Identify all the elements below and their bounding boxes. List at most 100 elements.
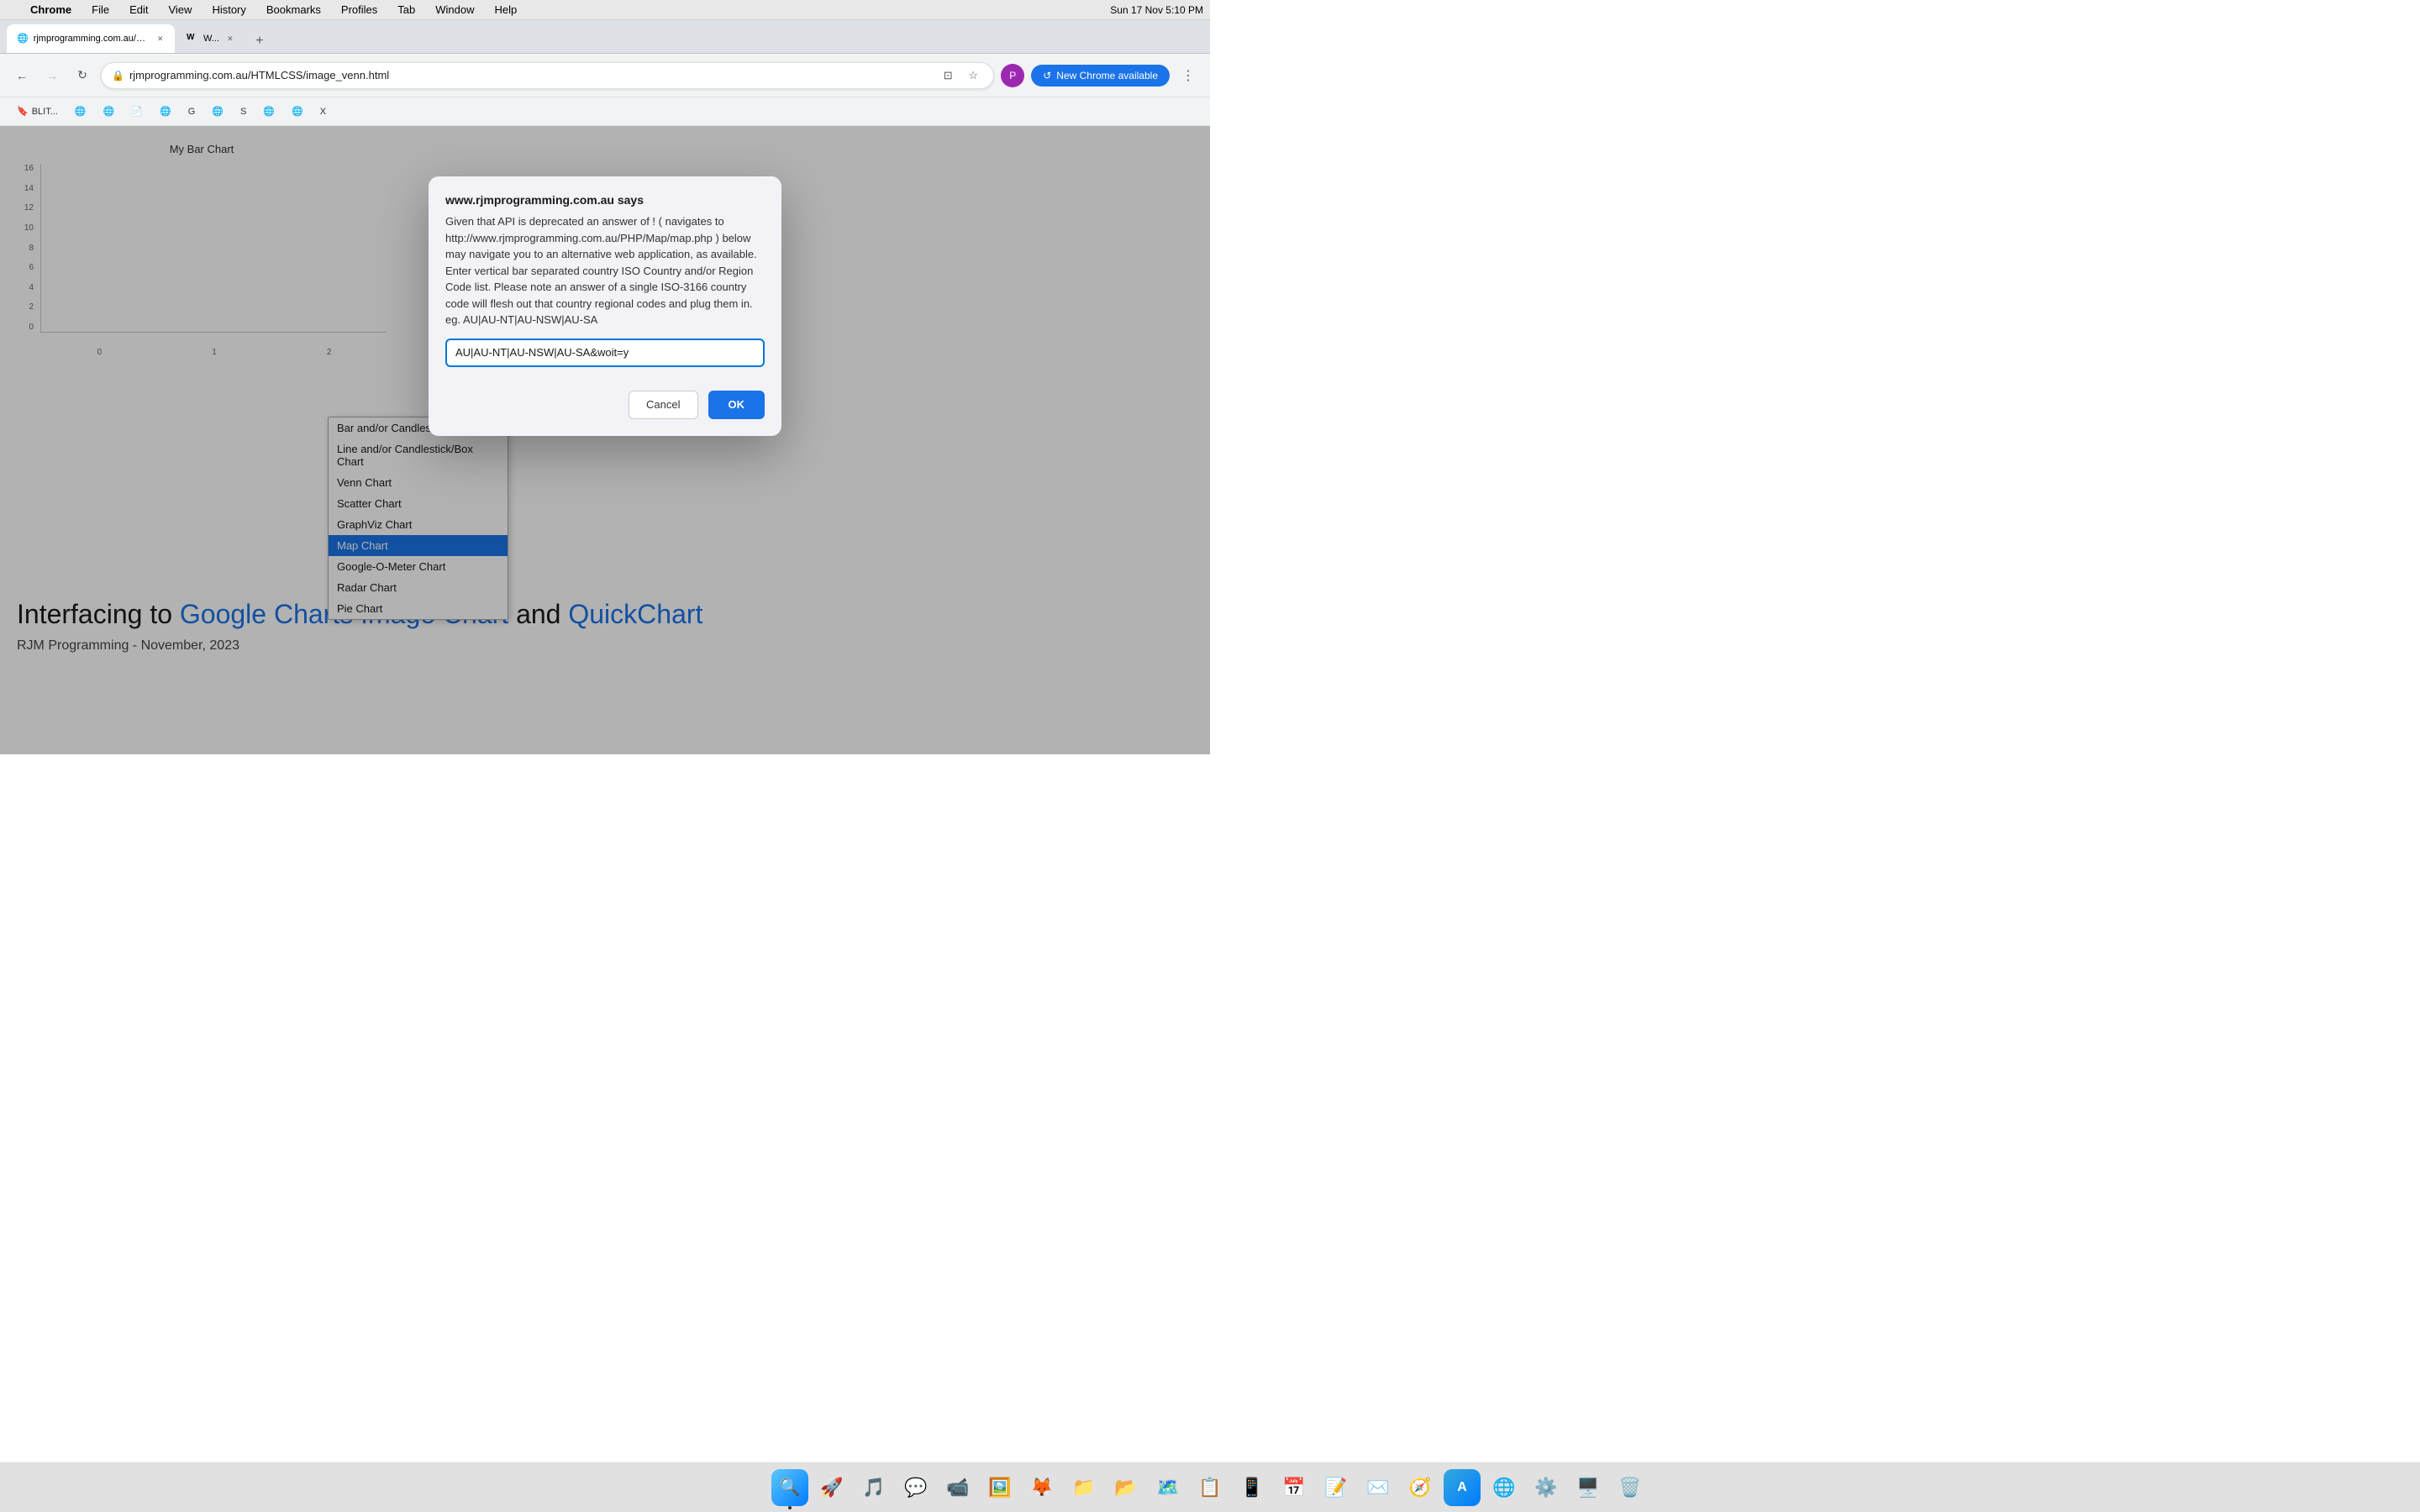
bookmark-6[interactable]: G: [182, 103, 203, 120]
url-icons: ⊡ ☆: [938, 66, 983, 86]
dock-chrome[interactable]: 🌐: [1486, 1469, 1523, 1506]
bookmark-favicon-3: 🌐: [103, 106, 115, 117]
bookmark-favicon-2: 🌐: [75, 106, 87, 117]
dock-photos[interactable]: 🖼️: [981, 1469, 1018, 1506]
bookmark-3[interactable]: 🌐: [97, 102, 122, 120]
profile-avatar[interactable]: P: [1001, 64, 1024, 87]
dock-messages[interactable]: 💬: [897, 1469, 934, 1506]
bookmark-8[interactable]: S: [234, 103, 253, 120]
page-content: My Bar Chart 0 2 4 6 8 10 12 14 16: [0, 126, 1210, 754]
bookmark-favicon-1: 🔖: [17, 106, 29, 117]
chrome-menu-button[interactable]: ⋮: [1176, 64, 1200, 87]
dock-settings[interactable]: ⚙️: [1528, 1469, 1565, 1506]
app1-icon: 📱: [1240, 1477, 1263, 1499]
reminders-icon: 📋: [1198, 1477, 1221, 1499]
forward-button[interactable]: →: [40, 64, 64, 87]
bookmark-star-icon[interactable]: ☆: [963, 66, 983, 86]
dock-app1[interactable]: 📱: [1234, 1469, 1270, 1506]
notes-icon: 📝: [1324, 1477, 1347, 1499]
bookmark-5[interactable]: 🌐: [153, 102, 178, 120]
bookmark-favicon-5: 🌐: [160, 106, 171, 117]
dock: 🔍 🚀 🎵 💬 📹 🖼️ 🦊 📁 📂 🗺️ 📋 📱 📅 📝 ✉️ 🧭 A 🌐 ⚙…: [0, 1462, 2420, 1512]
calendar-icon: 📅: [1282, 1477, 1305, 1499]
tab-2[interactable]: W W... ✕: [176, 24, 246, 53]
url-text: rjmprogramming.com.au/HTMLCSS/image_venn…: [129, 69, 389, 81]
bookmark-9[interactable]: 🌐: [256, 102, 281, 120]
tab-close-2[interactable]: ✕: [224, 33, 236, 45]
trash-icon: 🗑️: [1618, 1477, 1641, 1499]
tab-favicon-2: W: [187, 33, 198, 45]
bookmark-11[interactable]: X: [313, 103, 333, 120]
lock-icon: 🔒: [112, 70, 124, 81]
dock-reminders[interactable]: 📋: [1192, 1469, 1228, 1506]
menu-edit[interactable]: Edit: [126, 3, 151, 16]
ok-button[interactable]: OK: [708, 391, 765, 419]
dock-trash[interactable]: 🗑️: [1612, 1469, 1649, 1506]
menu-time: Sun 17 Nov 5:10 PM: [1110, 4, 1203, 16]
dock-facetime[interactable]: 📹: [939, 1469, 976, 1506]
dock-launchpad[interactable]: 🚀: [813, 1469, 850, 1506]
menu-bar-right: Sun 17 Nov 5:10 PM: [1110, 4, 1203, 16]
dock-folder2[interactable]: 📂: [1107, 1469, 1144, 1506]
tab-title-1: rjmprogramming.com.au/HTMLCSS...: [34, 34, 151, 44]
dock-finder[interactable]: 🔍: [771, 1469, 808, 1506]
tab-bar: 🌐 rjmprogramming.com.au/HTMLCSS... ✕ W W…: [0, 20, 1210, 54]
safari-icon: 🧭: [1408, 1477, 1431, 1499]
bookmark-10[interactable]: 🌐: [285, 102, 310, 120]
reload-button[interactable]: ↻: [71, 64, 94, 87]
bookmark-favicon-7: 🌐: [212, 106, 224, 117]
dock-calendar[interactable]: 📅: [1276, 1469, 1313, 1506]
dock-appstore[interactable]: A: [1444, 1469, 1481, 1506]
folder2-icon: 📂: [1114, 1477, 1137, 1499]
bookmark-label-blit: BLIT...: [32, 107, 58, 117]
appstore-icon: A: [1457, 1480, 1467, 1495]
bookmark-favicon-9: 🌐: [263, 106, 275, 117]
bookmark-favicon-4: 📄: [131, 106, 143, 117]
url-bar[interactable]: 🔒 rjmprogramming.com.au/HTMLCSS/image_ve…: [101, 62, 994, 89]
dialog-input[interactable]: [445, 339, 765, 367]
menu-profiles[interactable]: Profiles: [338, 3, 381, 16]
menu-file[interactable]: File: [88, 3, 113, 16]
bookmark-2[interactable]: 🌐: [68, 102, 93, 120]
menu-bar: Chrome File Edit View History Bookmarks …: [0, 0, 1210, 20]
tab-close-1[interactable]: ✕: [155, 33, 165, 45]
dock-notes[interactable]: 📝: [1318, 1469, 1355, 1506]
bookmark-7[interactable]: 🌐: [205, 102, 230, 120]
settings-icon: ⚙️: [1534, 1477, 1557, 1499]
dock-folder1[interactable]: 📁: [1065, 1469, 1102, 1506]
menu-bookmarks[interactable]: Bookmarks: [263, 3, 324, 16]
facetime-icon: 📹: [946, 1477, 969, 1499]
chrome-icon: 🌐: [1492, 1477, 1515, 1499]
dock-mail[interactable]: ✉️: [1360, 1469, 1397, 1506]
dock-safari[interactable]: 🧭: [1402, 1469, 1439, 1506]
update-label: New Chrome available: [1056, 70, 1158, 81]
dock-music[interactable]: 🎵: [855, 1469, 892, 1506]
update-icon: ↺: [1043, 70, 1051, 81]
pip-icon[interactable]: ⊡: [938, 66, 958, 86]
dialog-overlay: www.rjmprogramming.com.au says Given tha…: [0, 126, 1210, 754]
chrome-update-button[interactable]: ↺ New Chrome available: [1031, 65, 1170, 87]
menu-history[interactable]: History: [208, 3, 249, 16]
tab-active[interactable]: 🌐 rjmprogramming.com.au/HTMLCSS... ✕: [7, 24, 175, 53]
dialog-header: www.rjmprogramming.com.au says: [429, 176, 781, 213]
menu-chrome[interactable]: Chrome: [27, 3, 75, 16]
new-tab-button[interactable]: +: [248, 29, 271, 53]
dock-terminal[interactable]: 🖥️: [1570, 1469, 1607, 1506]
cancel-button[interactable]: Cancel: [629, 391, 697, 419]
menu-tab[interactable]: Tab: [394, 3, 418, 16]
firefox-icon: 🦊: [1030, 1477, 1053, 1499]
menu-window[interactable]: Window: [432, 3, 477, 16]
maps-icon: 🗺️: [1156, 1477, 1179, 1499]
dock-maps[interactable]: 🗺️: [1150, 1469, 1186, 1506]
bookmark-4[interactable]: 📄: [124, 102, 150, 120]
dock-firefox[interactable]: 🦊: [1023, 1469, 1060, 1506]
back-button[interactable]: ←: [10, 64, 34, 87]
folder1-icon: 📁: [1072, 1477, 1095, 1499]
mail-icon: ✉️: [1366, 1477, 1389, 1499]
bookmark-favicon-11: X: [320, 107, 326, 117]
menu-view[interactable]: View: [165, 3, 195, 16]
dialog-body: Given that API is deprecated an answer o…: [429, 213, 781, 381]
bookmark-blit[interactable]: 🔖 BLIT...: [10, 102, 65, 120]
terminal-icon: 🖥️: [1576, 1477, 1599, 1499]
menu-help[interactable]: Help: [492, 3, 521, 16]
